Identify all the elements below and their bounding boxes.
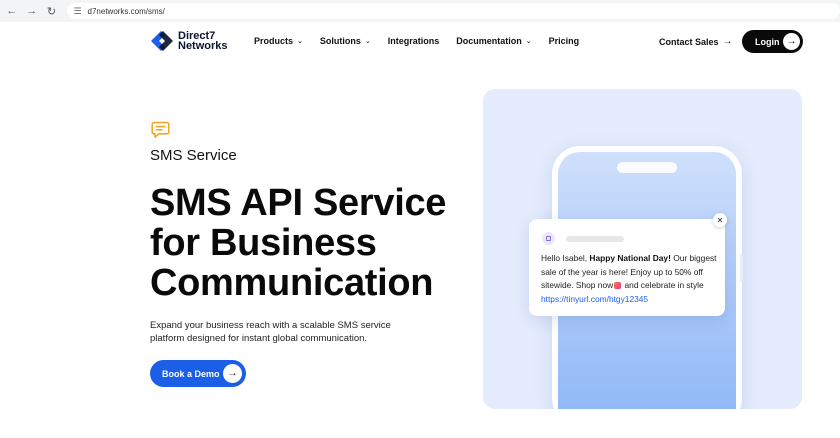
chevron-down-icon: ⌄ (297, 38, 303, 45)
main-nav: Products ⌄ Solutions ⌄ Integrations Docume… (254, 36, 596, 46)
arrow-right-icon: → (223, 364, 242, 383)
direct7-logo-icon (151, 31, 173, 51)
notification-message: Hello Isabel, Happy National Day! Our bi… (541, 252, 719, 306)
site-header: Direct7 Networks Products ⌄ Solutions ⌄ In… (0, 22, 840, 62)
gift-emoji-icon (614, 282, 622, 289)
phone-notch (617, 162, 677, 173)
nav-documentation[interactable]: Documentation ⌄ (456, 36, 531, 46)
hero-eyebrow: SMS Service (150, 147, 237, 164)
address-bar[interactable]: ☰ d7networks.com/sms/ (67, 3, 840, 19)
close-icon[interactable]: ✕ (713, 213, 727, 227)
notification-highlight: Happy National Day! (589, 253, 671, 263)
notification-link[interactable]: https://tinyurl.com/htgy12345 (541, 293, 719, 307)
nav-solutions[interactable]: Solutions ⌄ (320, 36, 371, 46)
arrow-right-icon: → (26, 5, 38, 17)
headline-line: for Business (150, 222, 377, 264)
chevron-down-icon: ⌄ (364, 38, 371, 45)
arrow-left-icon: ← (6, 5, 18, 17)
sender-placeholder-bar (566, 236, 624, 242)
headline-line: Communication (150, 262, 434, 304)
book-demo-button[interactable]: Book a Demo → (150, 360, 246, 387)
hero-headline: SMS API Service for Business Communicati… (150, 183, 490, 303)
hero-subtext: Expand your business reach with a scalab… (150, 320, 391, 344)
reload-icon: ↻ (46, 5, 57, 18)
browser-toolbar: ← → ↻ ☰ d7networks.com/sms/ (0, 0, 840, 22)
message-app-icon (542, 232, 555, 245)
nav-products[interactable]: Products ⌄ (254, 36, 303, 46)
contact-sales-link[interactable]: Contact Sales → (659, 36, 733, 47)
url-text: d7networks.com/sms/ (87, 6, 165, 16)
back-button[interactable]: ← (2, 0, 22, 22)
logo[interactable]: Direct7 Networks (150, 30, 228, 52)
forward-button[interactable]: → (22, 0, 42, 22)
nav-pricing[interactable]: Pricing (549, 36, 580, 46)
chevron-down-icon: ⌄ (525, 38, 532, 45)
reload-button[interactable]: ↻ (42, 0, 62, 22)
logo-line2: Networks (178, 40, 228, 52)
chat-bubble-icon (151, 121, 170, 138)
phone-side-button (740, 254, 743, 282)
login-button[interactable]: Login → (742, 30, 803, 53)
arrow-right-icon: → (722, 36, 733, 47)
arrow-right-icon: → (783, 33, 800, 50)
site-info-icon[interactable]: ☰ (73, 6, 81, 17)
nav-integrations[interactable]: Integrations (388, 36, 440, 46)
headline-line: SMS API Service (150, 182, 447, 224)
sms-notification-card: Hello Isabel, Happy National Day! Our bi… (529, 219, 725, 316)
